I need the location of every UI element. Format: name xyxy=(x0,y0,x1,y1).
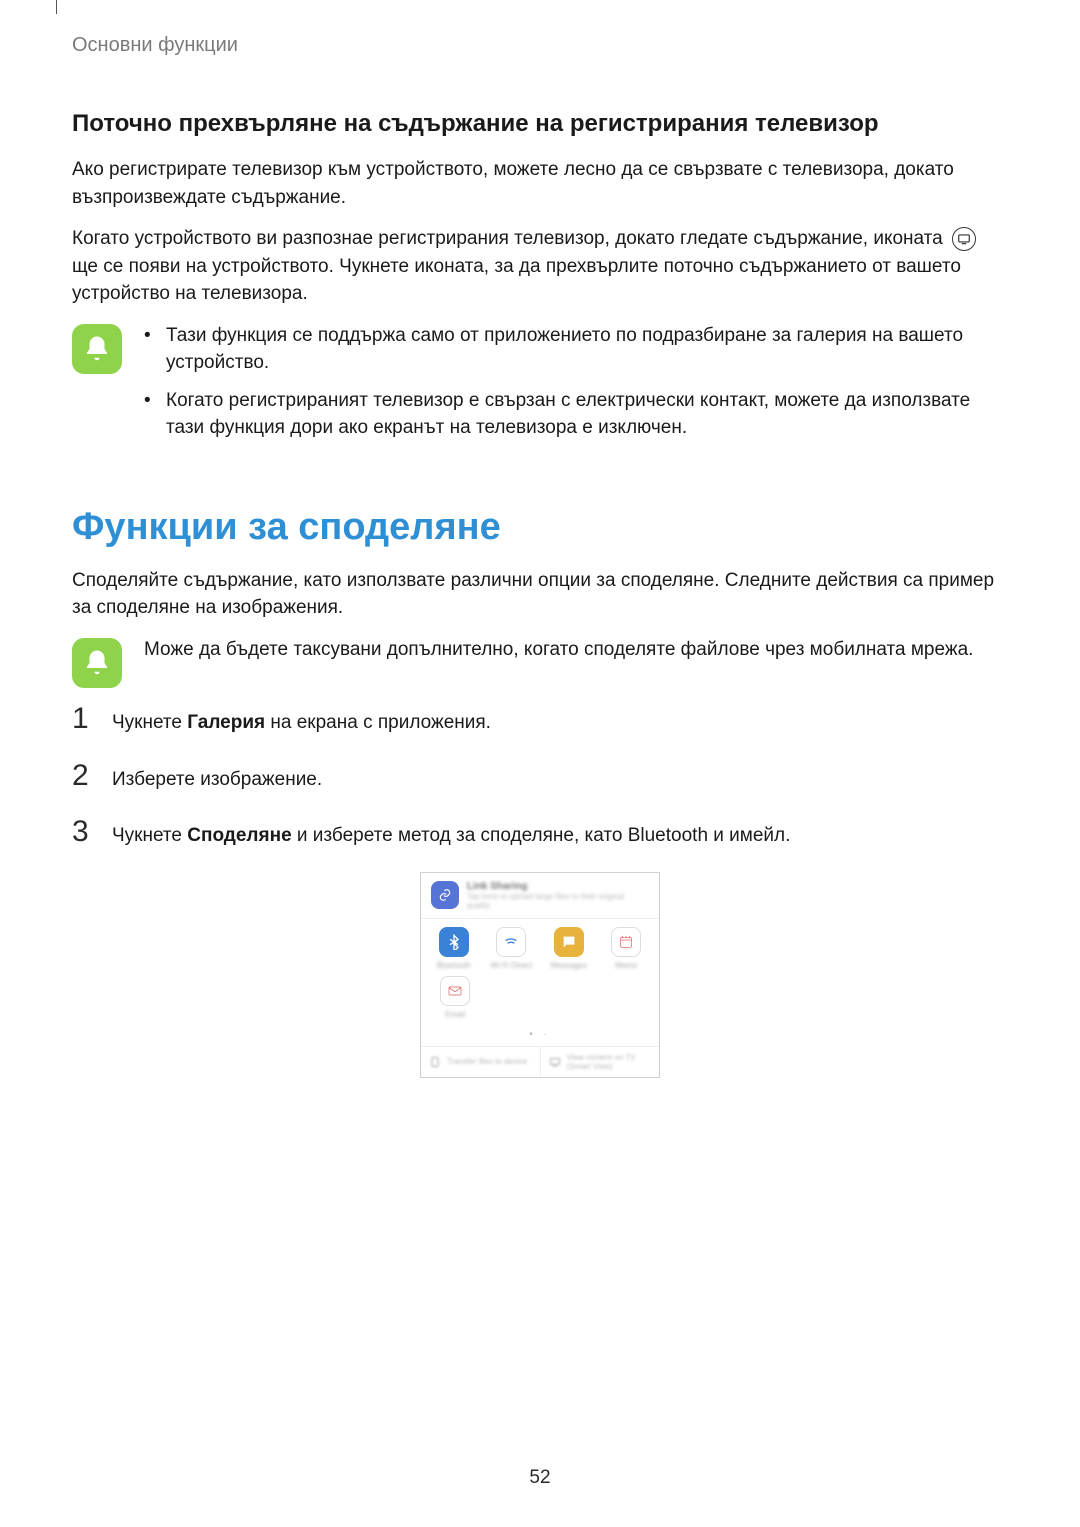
note-block-2: Може да бъдете таксувани допълнително, к… xyxy=(72,636,1008,688)
share-panel-footer: Transfer files to device View content on… xyxy=(421,1046,659,1077)
breadcrumb: Основни функции xyxy=(72,34,238,57)
share-grid-row-2: Email xyxy=(421,974,659,1027)
share-item-label: Wi-Fi Direct xyxy=(490,961,532,970)
step-1: 1 Чукнете Галерия на екрана с приложения… xyxy=(72,702,1008,737)
steps-list: 1 Чукнете Галерия на екрана с приложения… xyxy=(72,702,1008,850)
step-text-pre: Чукнете xyxy=(112,712,187,733)
step-number: 3 xyxy=(72,815,94,849)
share-item-memo[interactable]: Memo xyxy=(600,927,654,970)
pagination-dots: • · xyxy=(421,1027,659,1046)
page-content: Поточно прехвърляне на съдържание на рег… xyxy=(72,110,1008,1078)
step-3: 3 Чукнете Споделяне и изберете метод за … xyxy=(72,815,1008,850)
share-panel: Link Sharing Tap here to upload large fi… xyxy=(420,872,660,1078)
share-header-sub: Tap here to upload large files to their … xyxy=(467,892,649,910)
share-item-label: Messages xyxy=(551,961,587,970)
step-text: Чукнете Галерия на екрана с приложения. xyxy=(112,703,491,737)
top-rule xyxy=(56,0,57,14)
footer-right-label: View content on TV (Smart View) xyxy=(567,1053,652,1071)
step-text: Чукнете Споделяне и изберете метод за сп… xyxy=(112,816,790,850)
tv-icon xyxy=(549,1056,561,1068)
note-item: Когато регистрираният телевизор е свърза… xyxy=(144,387,1008,442)
note-block-1: Тази функция се поддържа само от приложе… xyxy=(72,322,1008,452)
step-text-post: на екрана с приложения. xyxy=(265,712,491,733)
share-item-label: Memo xyxy=(615,961,637,970)
share-item-messages[interactable]: Messages xyxy=(542,927,596,970)
note-text-2: Може да бъдете таксувани допълнително, к… xyxy=(144,636,973,664)
note-bell-icon xyxy=(72,638,122,688)
page-number: 52 xyxy=(0,1467,1080,1489)
share-header-title: Link Sharing xyxy=(467,881,649,892)
step-2: 2 Изберете изображение. xyxy=(72,759,1008,794)
wifi-icon xyxy=(496,927,526,957)
share-item-bluetooth[interactable]: Bluetooth xyxy=(427,927,481,970)
footer-transfer-files[interactable]: Transfer files to device xyxy=(421,1047,540,1077)
bluetooth-icon xyxy=(439,927,469,957)
note-list-1: Тази функция се поддържа само от приложе… xyxy=(144,322,1008,452)
share-item-wifi-direct[interactable]: Wi-Fi Direct xyxy=(485,927,539,970)
device-icon xyxy=(429,1056,441,1068)
note-bell-icon xyxy=(72,324,122,374)
step-text-pre: Чукнете xyxy=(112,825,187,846)
stream-to-tv-icon xyxy=(952,227,976,251)
step-text-post: и изберете метод за споделяне, като Blue… xyxy=(292,825,791,846)
main-heading: Функции за споделяне xyxy=(72,506,1008,549)
footer-left-label: Transfer files to device xyxy=(447,1057,527,1066)
paragraph-1: Ако регистрирате телевизор към устройств… xyxy=(72,156,1008,211)
paragraph-2: Когато устройството ви разпознае регистр… xyxy=(72,225,1008,308)
paragraph-2a: Когато устройството ви разпознае регистр… xyxy=(72,228,943,249)
paragraph-2b: ще се появи на устройството. Чукнете ико… xyxy=(72,256,961,305)
email-icon xyxy=(440,976,470,1006)
step-number: 2 xyxy=(72,759,94,793)
step-text-bold: Споделяне xyxy=(187,825,291,846)
footer-smart-view[interactable]: View content on TV (Smart View) xyxy=(541,1047,660,1077)
messages-icon xyxy=(554,927,584,957)
step-text: Изберете изображение. xyxy=(112,760,322,794)
share-panel-header-text: Link Sharing Tap here to upload large fi… xyxy=(467,881,649,910)
share-panel-header[interactable]: Link Sharing Tap here to upload large fi… xyxy=(421,873,659,919)
link-sharing-icon xyxy=(431,881,459,909)
share-item-label: Bluetooth xyxy=(437,961,471,970)
section-heading: Поточно прехвърляне на съдържание на рег… xyxy=(72,110,1008,138)
share-item-label: Email xyxy=(445,1010,465,1019)
note-item: Тази функция се поддържа само от приложе… xyxy=(144,322,1008,377)
step-number: 1 xyxy=(72,702,94,736)
share-grid-row-1: Bluetooth Wi-Fi Direct Messages Memo xyxy=(421,919,659,974)
intro-paragraph: Споделяйте съдържание, като използвате р… xyxy=(72,567,1008,622)
memo-icon xyxy=(611,927,641,957)
step-text-pre: Изберете изображение. xyxy=(112,769,322,790)
share-item-email[interactable]: Email xyxy=(427,976,484,1019)
step-text-bold: Галерия xyxy=(187,712,265,733)
